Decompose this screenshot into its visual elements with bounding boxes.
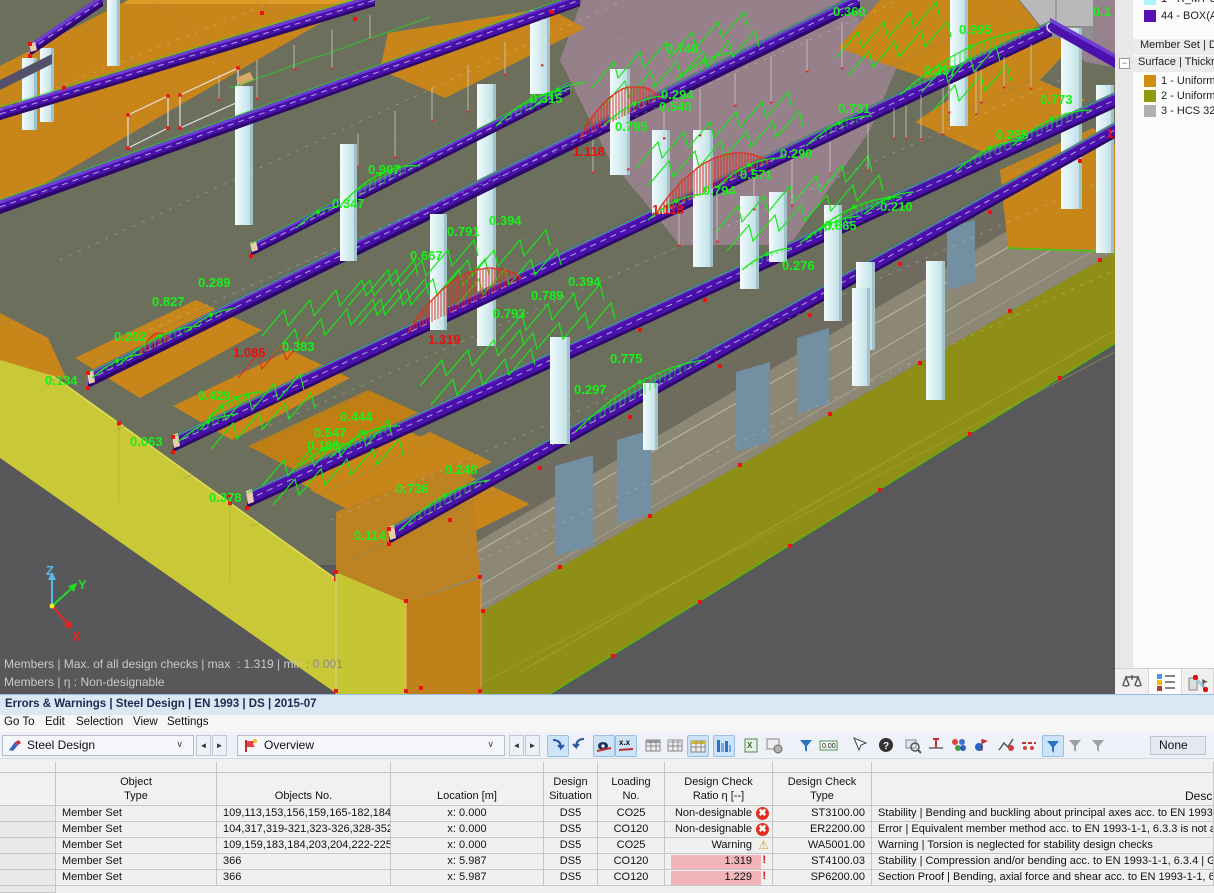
svg-text:Members | Max. of all design c: Members | Max. of all design checks | ma…	[4, 657, 343, 671]
svg-text:0.378: 0.378	[209, 490, 242, 505]
svg-text:0.394: 0.394	[568, 274, 601, 289]
svg-text:0.794: 0.794	[703, 183, 736, 198]
svg-text:0.210: 0.210	[880, 199, 913, 214]
svg-text:0.731: 0.731	[838, 101, 871, 116]
svg-text:0.540: 0.540	[659, 99, 692, 114]
svg-text:1.118: 1.118	[1106, 126, 1115, 141]
svg-text:0.789: 0.789	[531, 288, 564, 303]
svg-text:1.118: 1.118	[652, 202, 684, 217]
svg-text:0.667: 0.667	[410, 248, 443, 263]
svg-text:0.995: 0.995	[959, 22, 992, 37]
svg-text:1.085: 1.085	[233, 345, 266, 360]
svg-text:0.188: 0.188	[307, 438, 340, 453]
svg-text:0.394: 0.394	[489, 213, 522, 228]
svg-text:0.315: 0.315	[530, 91, 563, 106]
svg-text:0.357: 0.357	[924, 63, 957, 78]
svg-text:0.202: 0.202	[114, 329, 147, 344]
svg-text:0.827: 0.827	[152, 294, 185, 309]
svg-text:0.795: 0.795	[615, 119, 648, 134]
svg-text:0.865: 0.865	[824, 218, 857, 233]
svg-text:0.063: 0.063	[130, 434, 163, 449]
svg-text:0.793: 0.793	[493, 306, 526, 321]
svg-text:0.00: 0.00	[822, 743, 836, 750]
svg-text:0.290: 0.290	[780, 146, 813, 161]
svg-text:0.265: 0.265	[996, 127, 1029, 142]
svg-text:0.383: 0.383	[282, 339, 315, 354]
svg-text:0.347: 0.347	[332, 196, 365, 211]
svg-text:X: X	[72, 629, 81, 644]
svg-text:0.297: 0.297	[574, 382, 607, 397]
svg-text:0.429: 0.429	[198, 388, 231, 403]
svg-text:0.360: 0.360	[833, 4, 866, 19]
svg-text:0.289: 0.289	[198, 275, 231, 290]
svg-text:0.444: 0.444	[340, 409, 373, 424]
svg-text:0.134: 0.134	[45, 373, 78, 388]
svg-text:0.773: 0.773	[1040, 92, 1073, 107]
svg-text:Z: Z	[46, 563, 54, 578]
svg-text:Members | η : Non-designable: Members | η : Non-designable	[4, 675, 165, 689]
svg-text:x.x: x.x	[619, 738, 631, 747]
svg-text:X: X	[747, 741, 753, 750]
svg-text:0.276: 0.276	[782, 258, 815, 273]
svg-text:0.791: 0.791	[447, 224, 480, 239]
svg-text:0.746: 0.746	[666, 41, 699, 56]
svg-text:Y: Y	[78, 577, 87, 592]
svg-text:0.736: 0.736	[396, 481, 429, 496]
svg-text:0.248: 0.248	[445, 462, 478, 477]
svg-text:0.775: 0.775	[610, 351, 643, 366]
svg-text:0.1: 0.1	[1093, 4, 1111, 19]
svg-text:1.118: 1.118	[573, 144, 605, 159]
svg-text:0.907: 0.907	[368, 162, 401, 177]
svg-text:?: ?	[883, 741, 889, 752]
svg-text:0.571: 0.571	[740, 167, 773, 182]
svg-text:0.114: 0.114	[354, 528, 387, 543]
svg-text:1.319: 1.319	[428, 332, 461, 347]
